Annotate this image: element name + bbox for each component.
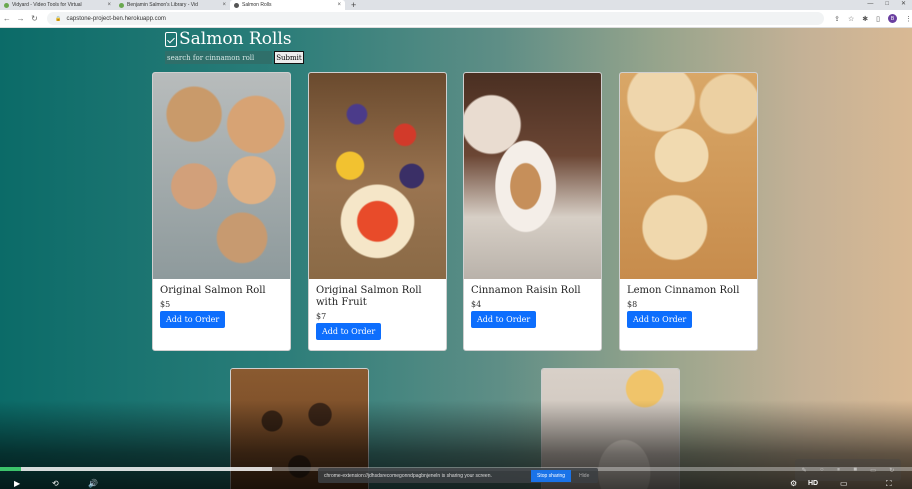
minimize-icon[interactable]: — bbox=[867, 0, 873, 8]
product-image bbox=[464, 73, 601, 279]
product-name: Lemon Cinnamon Roll bbox=[627, 285, 740, 296]
browser-tab-salmon-rolls[interactable]: Salmon Rolls × bbox=[230, 0, 345, 10]
product-image bbox=[153, 73, 290, 279]
close-tab-icon[interactable]: × bbox=[107, 2, 111, 8]
site-title[interactable]: Salmon Rolls bbox=[179, 29, 292, 49]
lock-icon[interactable]: 🔒 bbox=[55, 16, 61, 22]
extensions-icon[interactable]: ✱ bbox=[862, 15, 868, 23]
product-price: $5 bbox=[160, 300, 171, 309]
product-card: Original Salmon Roll $5 Add to Order bbox=[152, 72, 291, 351]
product-price: $4 bbox=[471, 300, 482, 309]
product-image bbox=[620, 73, 757, 279]
vidyard-favicon-icon bbox=[4, 2, 9, 8]
product-name: Original Salmon Roll with Fruit bbox=[316, 285, 422, 308]
address-bar[interactable]: 🔒 capstone-project-ben.herokuapp.com bbox=[47, 12, 825, 25]
product-card: Original Salmon Roll with Fruit $7 Add t… bbox=[308, 72, 447, 351]
vidyard-favicon-icon bbox=[119, 2, 124, 8]
bookmark-check-icon bbox=[165, 31, 177, 47]
tab-title: Vidyard - Video Tools for Virtual bbox=[12, 2, 82, 8]
reload-icon[interactable]: ↻ bbox=[28, 14, 42, 23]
video-progress-fill bbox=[0, 467, 21, 471]
product-image bbox=[309, 73, 446, 279]
globe-favicon-icon bbox=[234, 2, 239, 8]
profile-avatar[interactable]: B bbox=[888, 14, 897, 23]
browser-tab-strip: Vidyard - Video Tools for Virtual × Benj… bbox=[0, 0, 912, 10]
browser-tab-library[interactable]: Benjamin Salmon's Library - Vid × bbox=[115, 0, 230, 10]
add-to-order-button[interactable]: Add to Order bbox=[471, 311, 537, 328]
tab-title: Benjamin Salmon's Library - Vid bbox=[127, 2, 198, 8]
video-buffer bbox=[0, 467, 272, 471]
volume-icon[interactable]: 🔊 bbox=[88, 478, 98, 489]
tab-title: Salmon Rolls bbox=[242, 2, 272, 8]
captions-icon[interactable]: ▭ bbox=[840, 478, 848, 489]
browser-toolbar: ← → ↻ 🔒 capstone-project-ben.herokuapp.c… bbox=[0, 10, 912, 28]
close-tab-icon[interactable]: × bbox=[222, 2, 226, 8]
share-icon[interactable]: ⇪ bbox=[834, 15, 840, 23]
sidebar-icon[interactable]: ▯ bbox=[876, 15, 880, 23]
add-to-order-button[interactable]: Add to Order bbox=[627, 311, 693, 328]
window-controls: — □ ✕ bbox=[867, 0, 906, 8]
product-price: $8 bbox=[627, 300, 638, 309]
product-name: Cinnamon Raisin Roll bbox=[471, 285, 581, 296]
close-window-icon[interactable]: ✕ bbox=[901, 0, 906, 8]
new-tab-button[interactable]: + bbox=[345, 0, 362, 10]
play-icon[interactable]: ▶ bbox=[14, 478, 20, 489]
hd-badge: HD bbox=[808, 480, 819, 487]
video-controls: ▶ ⟲ 🔊 ⚙ ▭ ⛶ bbox=[0, 478, 912, 489]
search-input[interactable] bbox=[165, 51, 272, 64]
product-card: Cinnamon Raisin Roll $4 Add to Order bbox=[463, 72, 602, 351]
site-header: Salmon Rolls bbox=[165, 29, 292, 49]
product-card: Lemon Cinnamon Roll $8 Add to Order bbox=[619, 72, 758, 351]
rewind-icon[interactable]: ⟲ bbox=[52, 478, 59, 489]
browser-tab-vidyard[interactable]: Vidyard - Video Tools for Virtual × bbox=[0, 0, 115, 10]
bookmark-star-icon[interactable]: ☆ bbox=[848, 15, 854, 23]
forward-icon[interactable]: → bbox=[14, 14, 28, 23]
menu-icon[interactable]: ⋮ bbox=[905, 15, 912, 23]
submit-button[interactable]: Submit bbox=[274, 51, 304, 64]
url-text: capstone-project-ben.herokuapp.com bbox=[66, 15, 166, 22]
product-name: Original Salmon Roll bbox=[160, 285, 266, 296]
back-icon[interactable]: ← bbox=[0, 14, 14, 23]
search-form: Submit bbox=[165, 51, 304, 64]
product-price: $7 bbox=[316, 312, 327, 321]
maximize-icon[interactable]: □ bbox=[885, 0, 889, 8]
settings-gear-icon[interactable]: ⚙ bbox=[790, 478, 797, 489]
add-to-order-button[interactable]: Add to Order bbox=[160, 311, 226, 328]
fullscreen-icon[interactable]: ⛶ bbox=[886, 478, 892, 489]
close-tab-icon[interactable]: × bbox=[337, 2, 341, 8]
add-to-order-button[interactable]: Add to Order bbox=[316, 323, 382, 340]
